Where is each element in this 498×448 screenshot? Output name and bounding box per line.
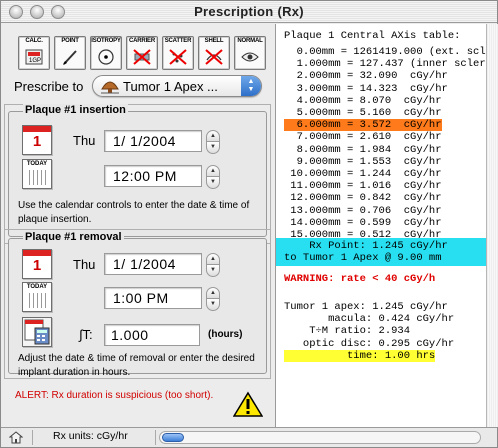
summary-line: macula: 0.424 cGy/hr [284, 313, 455, 326]
table-row: 6.000mm = 3.572 cGy/hr [284, 119, 442, 132]
table-row: 0.00mm = 1261419.000 (ext. sclera) [296, 46, 486, 58]
table-row: 13.000mm = 0.706 cGy/hr [284, 204, 442, 217]
home-icon[interactable] [9, 431, 23, 444]
rx-point-box: Rx Point: 1.245 cGy/hr to Tumor 1 Apex @… [276, 238, 486, 266]
calendar-insertion-button[interactable]: 1 [22, 125, 52, 155]
alert-text: ALERT: Rx duration is suspicious (too sh… [15, 390, 214, 401]
scroll-thumb[interactable] [162, 433, 184, 442]
scatter-disabled-icon [169, 49, 187, 65]
insertion-help-text: Use the calendar controls to enter the d… [18, 200, 250, 225]
duration-field[interactable]: 1.000 [104, 324, 200, 346]
stepper-down-icon[interactable]: ▼ [206, 177, 220, 189]
time-value: 1.00 hrs [384, 350, 436, 362]
table-row: 9.000mm = 1.553 cGy/hr [284, 155, 442, 168]
prescribe-target-popup[interactable]: Tumor 1 Apex ... ▲ ▼ [92, 75, 262, 97]
time-line: time: 1.00 hrs [284, 350, 436, 362]
vertical-scrollbar[interactable] [486, 24, 498, 427]
insertion-date-stepper[interactable]: ▲ ▼ [206, 130, 220, 154]
isotropy-tool-button[interactable]: ISOTROPY [90, 36, 122, 70]
rx-point-line2: to Tumor 1 Apex @ 9.00 mm [284, 252, 442, 264]
stepper-up-icon[interactable]: ▲ [206, 253, 220, 265]
table-row: 2.000mm = 32.090 cGy/hr [284, 70, 448, 83]
table-row: 5.000mm = 5.160 cGy/hr [284, 107, 442, 119]
carrier-tool-button[interactable]: CARRIER [126, 36, 158, 70]
horizontal-scrollbar[interactable] [159, 431, 481, 444]
removal-time-stepper[interactable]: ▲ ▼ [206, 287, 220, 311]
today-removal-button[interactable]: TODAY [22, 282, 52, 312]
insertion-title: Plaque #1 insertion [23, 104, 128, 116]
today-insertion-button[interactable]: TODAY [22, 159, 52, 189]
today-icon [26, 293, 48, 308]
scatter-tool-button[interactable]: SCATTER [162, 36, 194, 70]
table-row: 8.000mm = 1.984 cGy/hr [284, 143, 442, 156]
today-icon [26, 170, 48, 185]
units-popup[interactable]: Rx units: cGy/hr [32, 430, 156, 445]
calc-tool-button[interactable]: CALC. 1GP [18, 36, 50, 70]
stepper-up-icon[interactable]: ▲ [206, 130, 220, 142]
summary-line: Tumor 1 apex: 1.245 cGy/hr [284, 301, 448, 313]
table-row: 12.000mm = 0.842 cGy/hr [284, 192, 442, 205]
removal-day: Thu [73, 257, 96, 272]
prescribe-to-label: Prescribe to [14, 79, 84, 94]
left-panel: CALC. 1GP POINT ISOTROPY CARRIER SCATTER… [1, 24, 274, 427]
table-row: 1.000mm = 127.437 (inner sclera) [284, 58, 486, 71]
table-panel: Plaque 1 Central AXis table: 0.00mm = 12… [275, 24, 486, 427]
shell-tool-button[interactable]: SHELL [198, 36, 230, 70]
pen-icon [63, 50, 77, 65]
prescription-window: Prescription (Rx) CALC. 1GP POINT ISOTRO… [0, 0, 498, 448]
insertion-group: Plaque #1 insertion 1 Thu 1/ 1/2004 ▲ ▼ T… [8, 104, 267, 237]
shell-disabled-icon [205, 49, 223, 65]
stepper-down-icon[interactable]: ▼ [206, 299, 220, 311]
calculator-calendar-icon [24, 319, 50, 345]
normal-tool-button[interactable]: NORMAL [234, 36, 266, 70]
table-row: 14.000mm = 0.599 cGy/hr [284, 216, 442, 229]
duration-calculator-button[interactable] [22, 317, 52, 347]
table-row: 7.000mm = 2.610 cGy/hr [284, 131, 442, 144]
stepper-up-icon[interactable]: ▲ [206, 165, 220, 177]
stepper-up-icon[interactable]: ▲ [206, 287, 220, 299]
removal-date-stepper[interactable]: ▲ ▼ [206, 253, 220, 277]
table-row: 10.000mm = 1.244 cGy/hr [284, 168, 442, 180]
status-bar: Rx units: cGy/hr [1, 427, 497, 447]
insertion-day: Thu [73, 133, 96, 148]
insertion-time-field[interactable]: 12:00 PM [104, 165, 202, 187]
eye-plaque-icon [241, 52, 259, 62]
stepper-down-icon[interactable]: ▼ [206, 265, 220, 277]
summary-line: optic disc: 0.295 cGy/hr [284, 337, 455, 350]
window-title: Prescription (Rx) [194, 4, 304, 19]
prescribe-target-value: Tumor 1 Apex ... [123, 79, 218, 94]
warning-icon [233, 391, 263, 417]
time-label: time: [284, 350, 385, 362]
duration-unit-label: (hours) [208, 329, 243, 340]
calendar-removal-button[interactable]: 1 [22, 249, 52, 279]
table-row: 3.000mm = 14.323 cGy/hr [284, 82, 448, 95]
target-icon [98, 49, 114, 65]
removal-help-text: Adjust the date & time of removal or ent… [18, 353, 255, 378]
summary-line: T÷M ratio: 2.934 [284, 325, 411, 338]
stepper-down-icon[interactable]: ▼ [206, 142, 220, 154]
removal-title: Plaque #1 removal [23, 231, 124, 243]
tumor-icon [101, 81, 119, 94]
point-tool-button[interactable]: POINT [54, 36, 86, 70]
removal-date-field[interactable]: 1/ 1/2004 [104, 253, 202, 275]
removal-time-field[interactable]: 1:00 PM [104, 287, 202, 309]
title-bar[interactable]: Prescription (Rx) [1, 1, 497, 23]
table-title: Plaque 1 Central AXis table: [284, 30, 461, 42]
warning-text: WARNING: rate < 40 cGy/h [284, 273, 436, 285]
carrier-disabled-icon [133, 49, 151, 65]
table-row: 11.000mm = 1.016 cGy/hr [284, 180, 442, 193]
removal-group: Plaque #1 removal 1 Thu 1/ 1/2004 ▲ ▼ TOD… [8, 231, 267, 378]
svg-text:1GP: 1GP [29, 58, 41, 64]
table-row: 4.000mm = 8.070 cGy/hr [284, 94, 442, 107]
insertion-date-field[interactable]: 1/ 1/2004 [104, 130, 202, 152]
calculator-icon: 1GP [25, 49, 43, 65]
rx-point-line1: Rx Point: 1.245 cGy/hr [284, 240, 448, 252]
insertion-time-stepper[interactable]: ▲ ▼ [206, 165, 220, 189]
delta-t-label: ∫T: [79, 327, 93, 342]
popup-arrows-icon: ▲ ▼ [241, 76, 261, 96]
